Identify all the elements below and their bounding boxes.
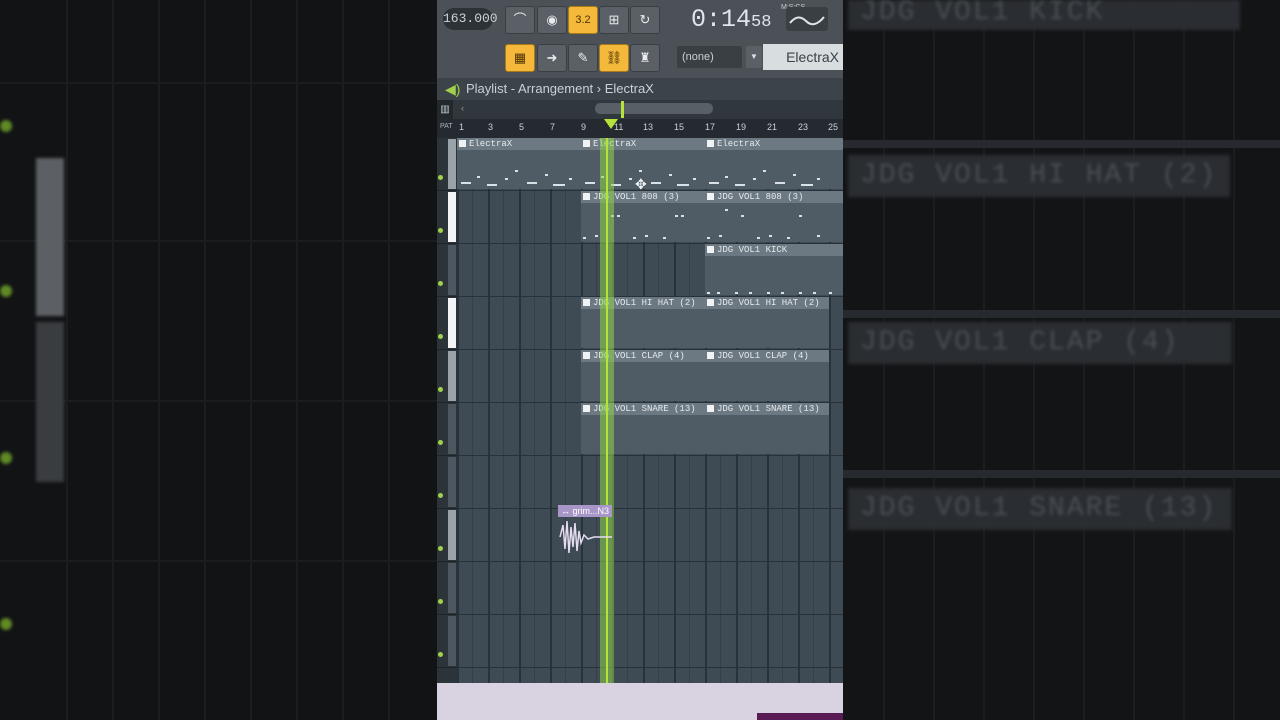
metronome-icon[interactable]: ⌒ xyxy=(505,6,535,34)
stamp-icon[interactable]: ♜ xyxy=(630,44,660,72)
fl-studio-window: 163.000 ⌒ ◉ 3.2 ⊞ ↻ 0:1458 M:S:CS ▦ ➜ ✎ … xyxy=(437,0,843,720)
scroll-thumb[interactable] xyxy=(595,103,713,114)
timeline-ruler[interactable]: PAT 1 3 5 7 9 11 13 15 17 19 21 23 25 xyxy=(437,119,843,138)
background-clip-hihat: JDG VOL1 HI HAT (2) xyxy=(848,155,1230,197)
track-headers xyxy=(437,138,457,683)
wait-input-icon[interactable]: ◉ xyxy=(537,6,567,34)
ruler-bar-1: 1 xyxy=(459,122,465,132)
move-cursor-icon: ✥ xyxy=(635,176,647,192)
track-header-6[interactable] xyxy=(437,403,457,456)
pattern-clip-hihat[interactable]: JDG VOL1 HI HAT (2) xyxy=(705,297,829,348)
background-left xyxy=(0,0,437,720)
speaker-icon[interactable]: ◀) xyxy=(445,78,460,100)
position-marker xyxy=(621,101,624,118)
playlist-title-bar: ◀) Playlist - Arrangement › ElectraX xyxy=(437,78,843,100)
clip-label: ElectraX xyxy=(469,139,513,149)
chevron-down-icon[interactable]: ▼ xyxy=(746,46,762,68)
waveform-monitor-icon[interactable] xyxy=(786,7,828,31)
clip-label: JDG VOL1 HI HAT (2) xyxy=(717,298,820,308)
audio-waveform xyxy=(559,520,612,554)
pattern-clip-808[interactable]: JDG VOL1 808 (3) xyxy=(705,191,843,242)
song-time-display: 0:1458 xyxy=(691,4,775,36)
pat-label: PAT xyxy=(440,123,453,130)
current-pattern-name[interactable]: ElectraX xyxy=(763,44,843,70)
playlist-tracks: ElectraX ElectraX ElectraX JDG VOL1 808 … xyxy=(437,138,843,683)
track-header-2[interactable] xyxy=(437,191,457,244)
typing-keyboard-icon[interactable]: ⊞ xyxy=(599,6,629,34)
pattern-clip-electrax[interactable]: ElectraX xyxy=(457,138,581,189)
ruler-bar-17: 17 xyxy=(705,122,716,132)
clip-label: JDG VOL1 KICK xyxy=(717,245,788,255)
tempo-display[interactable]: 163.000 xyxy=(443,8,498,30)
arrow-right-icon[interactable]: ➜ xyxy=(537,44,567,72)
clip-label: JDG VOL1 CLAP (4) xyxy=(717,351,809,361)
playhead-line[interactable] xyxy=(606,138,608,683)
snap-keyboard-icon[interactable]: ▦ xyxy=(505,44,535,72)
playhead-marker[interactable] xyxy=(604,119,618,129)
track-header-8[interactable] xyxy=(437,509,457,562)
toolbar: 163.000 ⌒ ◉ 3.2 ⊞ ↻ 0:1458 M:S:CS ▦ ➜ ✎ … xyxy=(437,0,843,78)
audio-clip-icon: ↔ xyxy=(561,506,573,516)
ruler-bar-5: 5 xyxy=(519,122,525,132)
loop-record-icon[interactable]: ↻ xyxy=(630,6,660,34)
track-header-4[interactable] xyxy=(437,297,457,350)
playlist-title: Playlist - Arrangement › ElectraX xyxy=(466,81,654,96)
background-clip-kick: JDG VOL1 KICK xyxy=(848,0,1240,30)
pattern-clip-electrax[interactable]: ElectraX xyxy=(705,138,843,189)
pattern-clip-kick[interactable]: JDG VOL1 KICK xyxy=(705,244,843,295)
ruler-bar-7: 7 xyxy=(550,122,556,132)
brush-icon[interactable]: ✎ xyxy=(568,44,598,72)
background-clip-clap: JDG VOL1 CLAP (4) xyxy=(848,322,1232,364)
arrangement-grid[interactable]: ElectraX ElectraX ElectraX JDG VOL1 808 … xyxy=(457,138,843,683)
track-header-5[interactable] xyxy=(437,350,457,403)
clip-label: ElectraX xyxy=(717,139,761,149)
pattern-step-button[interactable]: 3.2 xyxy=(568,6,598,34)
horizontal-scrollbar[interactable]: ‹ xyxy=(437,100,843,119)
track-header-1[interactable] xyxy=(437,138,457,191)
link-icon[interactable]: ⛓ xyxy=(599,44,629,72)
pattern-clip-snare[interactable]: JDG VOL1 SNARE (13) xyxy=(705,403,829,454)
track-header-7[interactable] xyxy=(437,456,457,509)
ruler-bar-25: 25 xyxy=(828,122,839,132)
ruler-bar-15: 15 xyxy=(674,122,685,132)
time-main: 0:14 xyxy=(691,5,752,34)
ruler-bar-3: 3 xyxy=(488,122,494,132)
pattern-picker-icon[interactable]: ▥ xyxy=(437,100,453,119)
ruler-bar-23: 23 xyxy=(798,122,809,132)
ruler-bar-21: 21 xyxy=(767,122,778,132)
audio-clip-label: grim...N3 xyxy=(572,506,610,516)
track-header-3[interactable] xyxy=(437,244,457,297)
track-header-9[interactable] xyxy=(437,562,457,615)
pattern-selector[interactable]: (none) xyxy=(677,46,742,68)
ruler-bar-19: 19 xyxy=(736,122,747,132)
ruler-bar-9: 9 xyxy=(581,122,587,132)
ruler-bar-13: 13 xyxy=(643,122,654,132)
audio-clip[interactable]: ↔ grim...N3 xyxy=(558,505,612,557)
background-clip-snare: JDG VOL1 SNARE (13) xyxy=(848,488,1232,530)
track-header-10[interactable] xyxy=(437,615,457,668)
scroll-left-icon[interactable]: ‹ xyxy=(461,103,464,113)
pattern-clip-clap[interactable]: JDG VOL1 CLAP (4) xyxy=(705,350,829,401)
time-sub: 58 xyxy=(751,13,772,32)
clip-label: JDG VOL1 SNARE (13) xyxy=(717,404,820,414)
clip-label: JDG VOL1 808 (3) xyxy=(717,192,804,202)
bottom-strip xyxy=(437,683,843,720)
